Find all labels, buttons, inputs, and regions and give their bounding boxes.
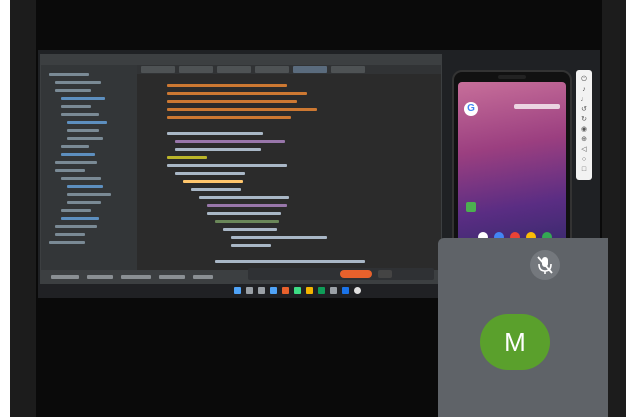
- taskview-icon[interactable]: [258, 287, 265, 294]
- tree-item: [61, 105, 91, 108]
- tree-item: [55, 169, 85, 172]
- ide-window: [40, 54, 442, 286]
- code-line: [167, 108, 317, 111]
- emulator-toolbar: ⏻ ♪ ♩ ↺ ↻ ◉ ⊕ ◁ ○ □: [576, 70, 592, 180]
- tree-item: [55, 161, 97, 164]
- mute-indicator: [530, 250, 560, 280]
- editor-tab: [331, 66, 365, 73]
- rotate-left-icon[interactable]: ↺: [580, 106, 588, 114]
- stop-sharing-button[interactable]: [340, 270, 372, 278]
- tree-item: [61, 113, 99, 116]
- status-text: [514, 104, 560, 109]
- tree-item: [67, 129, 99, 132]
- tool-window-button: [87, 275, 113, 279]
- project-panel: [41, 65, 137, 270]
- code-line: [223, 228, 277, 231]
- editor-tab-active: [293, 66, 327, 73]
- app-icon[interactable]: [342, 287, 349, 294]
- camera-notch: [498, 75, 526, 79]
- app-icon[interactable]: [306, 287, 313, 294]
- tree-item: [67, 137, 103, 140]
- code-line: [183, 180, 243, 183]
- tree-item: [67, 201, 101, 204]
- home-icon[interactable]: ○: [580, 156, 588, 164]
- code-line: [167, 100, 297, 103]
- code-line: [207, 212, 281, 215]
- hide-banner-button[interactable]: [378, 270, 392, 278]
- code-line: [175, 172, 245, 175]
- app-icon[interactable]: [330, 287, 337, 294]
- tree-item: [67, 193, 111, 196]
- tool-window-button: [51, 275, 79, 279]
- tree-item: [61, 97, 105, 100]
- code-line: [167, 84, 287, 87]
- tree-item: [61, 145, 89, 148]
- screen-share-banner: [248, 268, 434, 280]
- avatar: M: [480, 314, 550, 370]
- zoom-icon[interactable]: ⊕: [580, 136, 588, 144]
- editor-tab: [141, 66, 175, 73]
- app-icon[interactable]: [354, 287, 361, 294]
- ide-tab-strip: [137, 65, 441, 74]
- tree-item: [49, 73, 89, 76]
- code-line: [231, 244, 271, 247]
- app-icon[interactable]: [318, 287, 325, 294]
- app-icon[interactable]: [270, 287, 277, 294]
- tree-item: [61, 209, 91, 212]
- code-line: [191, 188, 241, 191]
- tool-window-button: [159, 275, 185, 279]
- app-icon[interactable]: [466, 202, 476, 212]
- tree-item: [61, 217, 99, 220]
- camera-icon[interactable]: ◉: [580, 126, 588, 134]
- code-line: [175, 140, 285, 143]
- device-screen[interactable]: G: [458, 82, 566, 244]
- rotate-right-icon[interactable]: ↻: [580, 116, 588, 124]
- code-line: [199, 196, 289, 199]
- emulator-device: G: [452, 70, 572, 250]
- editor-tab: [179, 66, 213, 73]
- tool-window-button: [193, 275, 213, 279]
- ide-menu-bar: [41, 55, 441, 65]
- mic-off-icon: [537, 256, 553, 274]
- tree-item: [67, 185, 103, 188]
- volume-up-icon[interactable]: ♪: [580, 86, 588, 94]
- editor-tab: [217, 66, 251, 73]
- left-border: [10, 0, 36, 417]
- start-icon[interactable]: [234, 287, 241, 294]
- tool-window-button: [121, 275, 151, 279]
- overview-icon[interactable]: □: [580, 166, 588, 174]
- code-line: [167, 92, 307, 95]
- tree-item: [55, 89, 91, 92]
- code-line: [167, 116, 291, 119]
- app-icon[interactable]: [282, 287, 289, 294]
- code-line: [175, 148, 261, 151]
- tree-item: [67, 121, 107, 124]
- app-icon[interactable]: [294, 287, 301, 294]
- tree-item: [55, 81, 101, 84]
- tree-item: [55, 225, 97, 228]
- google-search-icon[interactable]: G: [464, 102, 478, 116]
- code-line: [167, 156, 207, 159]
- editor-tab: [255, 66, 289, 73]
- code-line: [167, 132, 263, 135]
- tree-item: [55, 233, 85, 236]
- power-icon[interactable]: ⏻: [580, 76, 588, 84]
- code-editor: [137, 74, 441, 270]
- back-icon[interactable]: ◁: [580, 146, 588, 154]
- code-line: [215, 260, 365, 263]
- code-line: [231, 236, 327, 239]
- taskbar: [38, 284, 438, 298]
- code-line: [167, 164, 287, 167]
- tree-item: [49, 241, 85, 244]
- tree-item: [61, 177, 101, 180]
- volume-down-icon[interactable]: ♩: [580, 96, 588, 104]
- code-line: [207, 204, 287, 207]
- code-line: [215, 220, 279, 223]
- tree-item: [61, 153, 95, 156]
- search-icon[interactable]: [246, 287, 253, 294]
